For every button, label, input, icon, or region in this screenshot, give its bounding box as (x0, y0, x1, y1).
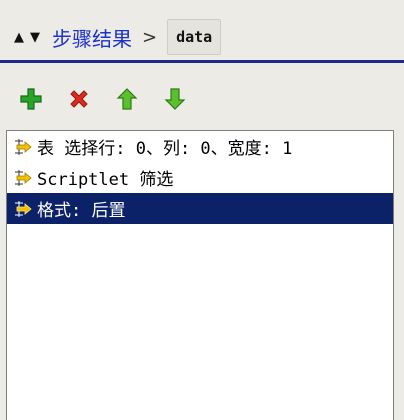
history-nav: ▲ ▼ (14, 31, 40, 44)
nav-down-icon[interactable]: ▼ (30, 31, 40, 44)
breadcrumb-separator: > (142, 26, 158, 48)
list-item[interactable]: 表 选择行: 0、列: 0、宽度: 1 (7, 131, 393, 162)
nav-up-icon[interactable]: ▲ (14, 31, 24, 44)
step-toolbar (18, 86, 188, 112)
add-step-button[interactable] (18, 86, 44, 112)
list-item-label: 表 选择行: 0、列: 0、宽度: 1 (37, 139, 293, 159)
breadcrumb-current[interactable]: data (167, 19, 222, 55)
step-arrow-icon (15, 169, 32, 186)
list-item[interactable]: Scriptlet 筛选 (7, 162, 393, 193)
move-down-button[interactable] (162, 86, 188, 112)
step-arrow-icon (15, 138, 32, 155)
breadcrumb-parent-link[interactable]: 步骤结果 (52, 23, 132, 52)
arrow-down-icon (164, 88, 186, 110)
step-results-panel: ▲ ▼ 步骤结果 > data 表 选择行: 0、列: 0、宽度: 1 Scri… (0, 0, 404, 420)
move-up-button[interactable] (114, 86, 140, 112)
breadcrumb: ▲ ▼ 步骤结果 > data (0, 14, 404, 60)
list-item-label: Scriptlet 筛选 (37, 170, 174, 190)
step-list[interactable]: 表 选择行: 0、列: 0、宽度: 1 Scriptlet 筛选 格式: 后置 (6, 130, 394, 420)
list-item-label: 格式: 后置 (37, 201, 126, 221)
plus-icon (20, 88, 42, 110)
step-arrow-icon (15, 200, 32, 217)
arrow-up-icon (116, 88, 138, 110)
delete-step-button[interactable] (66, 86, 92, 112)
close-icon (70, 90, 88, 108)
list-item-selected[interactable]: 格式: 后置 (7, 193, 393, 224)
breadcrumb-underline (0, 60, 404, 63)
